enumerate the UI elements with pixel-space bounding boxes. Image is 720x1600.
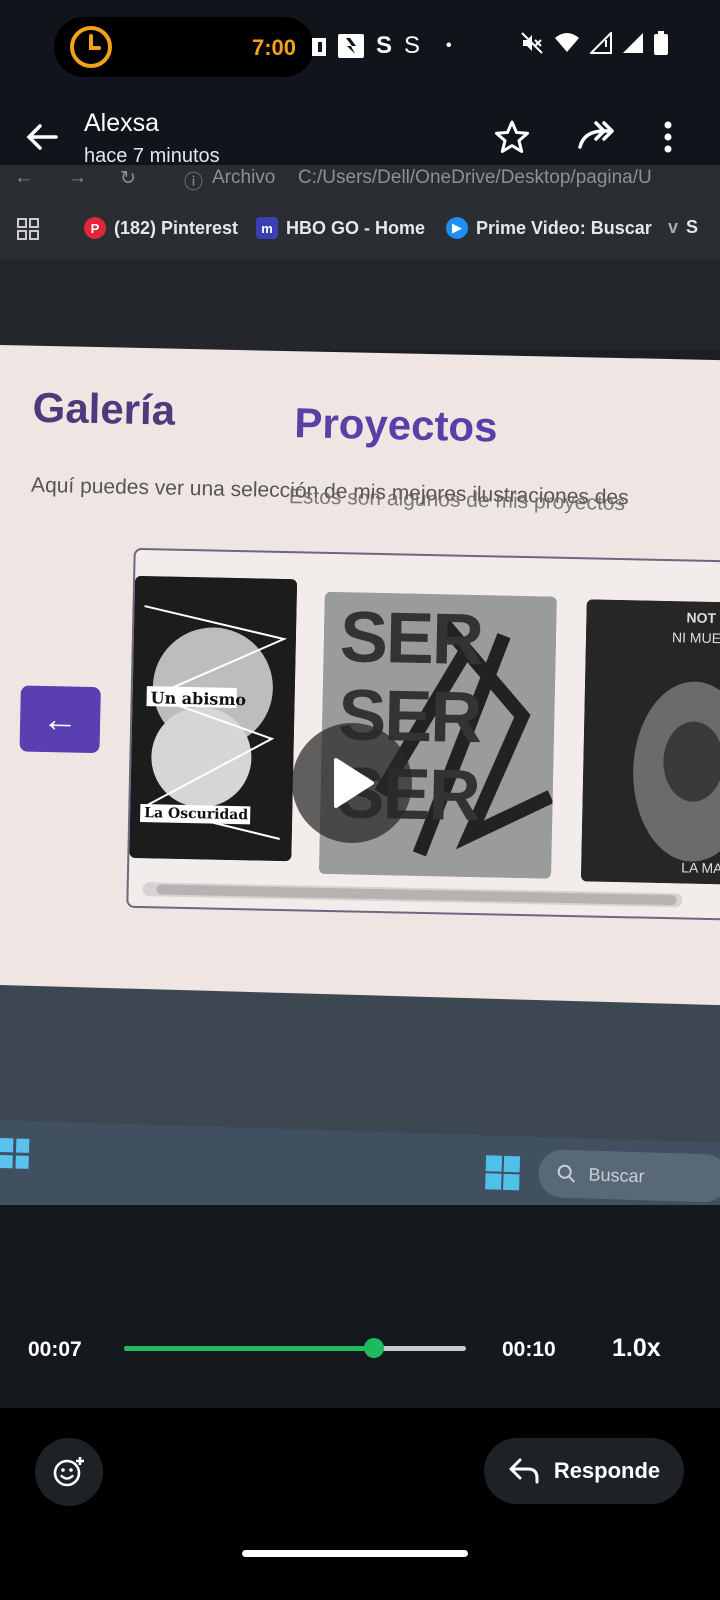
reply-icon xyxy=(509,1458,539,1484)
forward-icon[interactable] xyxy=(576,117,620,157)
pinterest-icon: P xyxy=(84,217,106,239)
gallery-carousel: Un abismo La Oscuridad SER SER SER xyxy=(126,547,720,921)
story-viewer: 7:00 S S • ← → ↻ ⓘ Archivo C:/Users/Dell… xyxy=(0,0,720,1600)
back-arrow-icon[interactable] xyxy=(22,117,62,157)
bookmark-label: Prime Video: Buscar xyxy=(476,217,652,238)
timer-icon xyxy=(70,26,112,68)
windows-start-icon xyxy=(485,1155,521,1191)
more-vert-icon[interactable] xyxy=(648,117,688,157)
hbo-icon: m xyxy=(256,217,278,239)
browser-blank-area xyxy=(0,260,720,350)
webpage: Galería Proyectos Aquí puedes ver una se… xyxy=(0,345,720,1021)
post-time: hace 7 minutos xyxy=(84,145,220,167)
notification-icon xyxy=(338,34,364,58)
bookmarks-bar: P (182) Pinterest m HBO GO - Home ▶ Prim… xyxy=(0,205,720,249)
status-time: 7:00 xyxy=(252,35,297,60)
image-caption: LA MA xyxy=(681,859,720,877)
apps-grid-icon xyxy=(17,218,39,240)
widgets-icon xyxy=(0,1137,30,1169)
bookmark-label: HBO GO - Home xyxy=(286,217,426,238)
notification-icons: S S • xyxy=(312,30,452,62)
sender-name[interactable]: Alexsa xyxy=(84,109,159,138)
image-caption: La Oscuridad xyxy=(144,805,249,824)
reply-button[interactable]: Responde xyxy=(484,1438,684,1504)
bookmark-label: S xyxy=(686,217,699,237)
seek-progress xyxy=(124,1346,374,1351)
play-button[interactable] xyxy=(292,723,412,843)
emoji-add-icon xyxy=(53,1457,84,1487)
playback-speed-button[interactable]: 1.0x xyxy=(612,1334,661,1363)
seek-bar[interactable] xyxy=(124,1338,466,1358)
gallery-scroll-thumb xyxy=(156,884,677,906)
play-icon xyxy=(334,758,374,808)
story-header: Alexsa hace 7 minutos xyxy=(0,95,720,185)
bookmark-pinterest: P (182) Pinterest xyxy=(84,217,238,239)
bookmark-prime: ▶ Prime Video: Buscar xyxy=(446,217,652,239)
bookmark-icon: v xyxy=(668,217,679,237)
mute-icon xyxy=(521,32,543,54)
image-caption: NOT xyxy=(686,609,717,627)
reaction-button[interactable] xyxy=(35,1438,103,1506)
signal-icon xyxy=(590,32,612,54)
s-icon: S xyxy=(404,32,421,59)
monitor-bezel-area xyxy=(0,985,720,1146)
arrow-left-icon: ← xyxy=(41,697,79,740)
image-caption: NI MUE xyxy=(671,629,720,647)
gallery-scrollbar xyxy=(142,882,683,908)
seek-handle[interactable] xyxy=(363,1338,384,1358)
video-frame[interactable]: ← → ↻ ⓘ Archivo C:/Users/Dell/OneDrive/D… xyxy=(0,165,720,1425)
gallery-heading: Galería xyxy=(32,383,176,434)
signal-icon xyxy=(623,33,643,53)
notification-icon xyxy=(312,38,326,56)
status-bar: 7:00 S S • xyxy=(0,0,720,95)
player-controls: 00:07 00:10 1.0x xyxy=(0,1310,720,1390)
projects-heading: Proyectos xyxy=(293,399,498,451)
dot-icon: • xyxy=(446,37,452,54)
total-time: 00:10 xyxy=(502,1338,556,1361)
image-caption: Un abismo xyxy=(150,688,247,710)
star-icon[interactable] xyxy=(492,117,532,157)
prime-video-icon: ▶ xyxy=(446,217,468,239)
wifi-icon xyxy=(555,33,579,52)
battery-icon xyxy=(654,31,668,55)
bookmark-other: v S xyxy=(668,217,698,238)
taskbar-search: Buscar xyxy=(537,1148,720,1203)
gallery-image-1: Un abismo La Oscuridad xyxy=(129,575,298,862)
search-icon xyxy=(557,1164,576,1183)
home-indicator[interactable] xyxy=(242,1550,468,1557)
search-label: Buscar xyxy=(588,1164,645,1186)
reply-label: Responde xyxy=(553,1458,661,1483)
gallery-image-3: NOT NI MUE LA MA xyxy=(580,599,720,885)
bookmark-hbo: m HBO GO - Home xyxy=(256,217,425,239)
system-icons xyxy=(520,31,668,55)
current-time: 00:07 xyxy=(28,1338,82,1361)
s-icon: S xyxy=(376,32,393,59)
reply-bar: Responde xyxy=(0,1408,720,1600)
gallery-prev-button: ← xyxy=(19,685,101,754)
bookmark-label: (182) Pinterest xyxy=(114,217,239,238)
